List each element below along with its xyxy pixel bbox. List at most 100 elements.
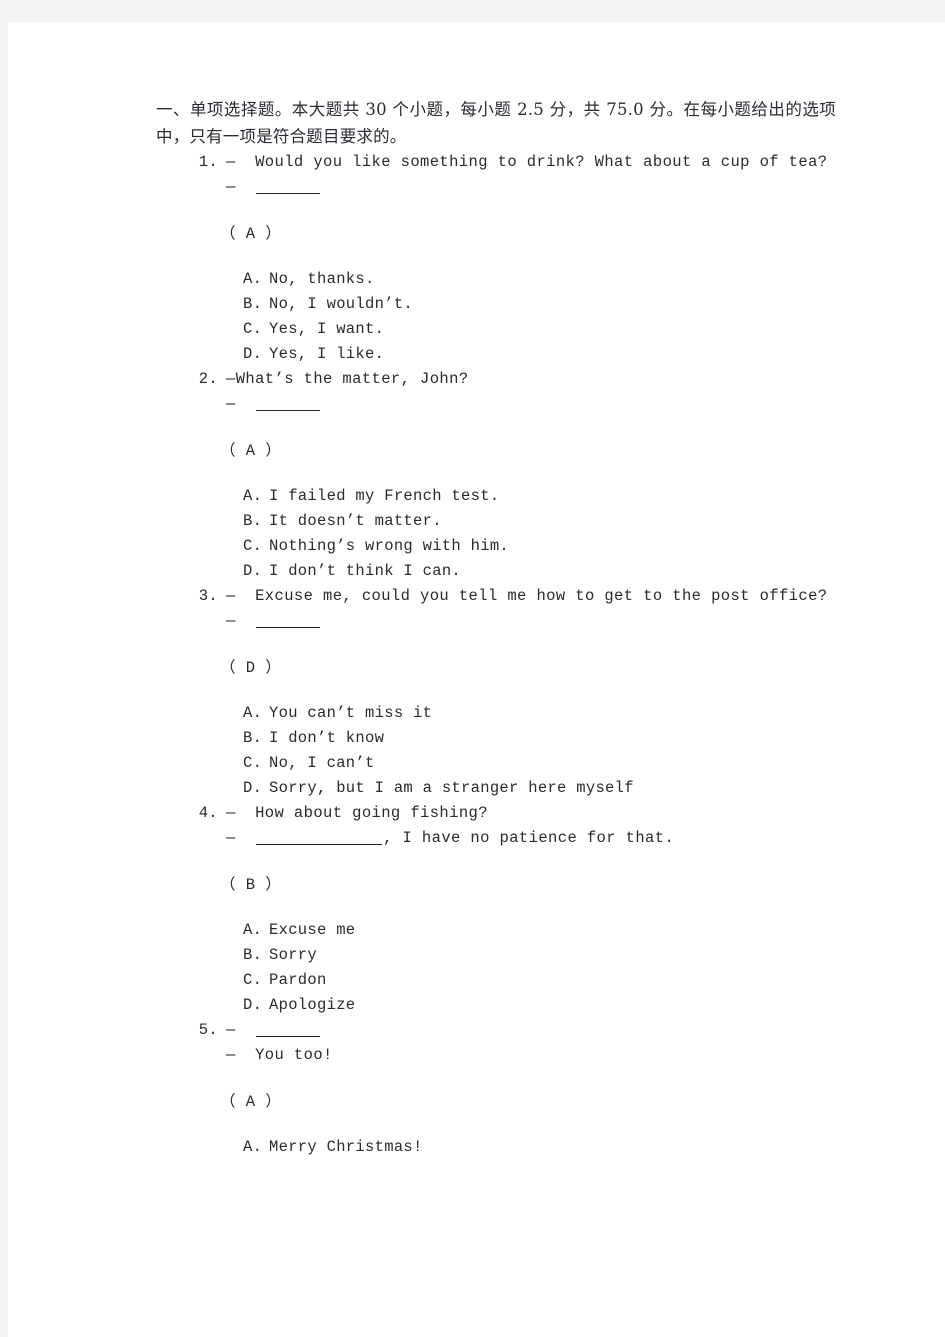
option-list: A. Merry Christmas! bbox=[243, 1135, 848, 1160]
option-item: A. No, thanks. bbox=[243, 267, 848, 292]
answer-blank bbox=[256, 1036, 321, 1037]
option-item: C. No, I can’t bbox=[243, 751, 848, 776]
question-number: 2. bbox=[198, 370, 218, 388]
question-prompt-line: 5. — bbox=[148, 1018, 848, 1043]
question: 5. — 5.— You too! （ A ） A. Merry Christmas! bbox=[148, 1018, 848, 1160]
option-item: C. Yes, I want. bbox=[243, 317, 848, 342]
answer-blank bbox=[256, 193, 321, 194]
question-prompt-text: — bbox=[226, 1018, 321, 1043]
question-reply-line: 2.— bbox=[148, 392, 848, 417]
option-text: I don’t think I can. bbox=[269, 562, 462, 580]
option-item: C. Pardon bbox=[243, 968, 848, 993]
option-item: B. No, I wouldn’t. bbox=[243, 292, 848, 317]
question-prompt-line: 3. — Excuse me, could you tell me how to … bbox=[148, 584, 848, 609]
question: 4. — How about going fishing? 4.— , I have… bbox=[148, 801, 848, 1018]
option-item: B. I don’t know bbox=[243, 726, 848, 751]
option-item: D. Sorry, but I am a stranger here myself bbox=[243, 776, 848, 801]
option-text: No, thanks. bbox=[269, 270, 375, 288]
document-page: 一、单项选择题。本大题共 30 个小题，每小题 2.5 分，共 75.0 分。在… bbox=[8, 22, 945, 1337]
question-prompt-line: 1. — Would you like something to drink? W… bbox=[148, 150, 848, 175]
option-text: No, I can’t bbox=[269, 754, 375, 772]
option-letter: C. bbox=[243, 537, 263, 555]
option-item: A. I failed my French test. bbox=[243, 484, 848, 509]
question-number: 1. bbox=[198, 153, 218, 171]
question-reply-text: — bbox=[226, 392, 321, 417]
answer-key: （ D ） bbox=[220, 659, 282, 677]
option-letter: D. bbox=[243, 996, 263, 1014]
answer-blank bbox=[256, 844, 383, 845]
question: 3. — Excuse me, could you tell me how to … bbox=[148, 584, 848, 801]
dialogue-dash: — You too! bbox=[226, 1046, 333, 1064]
question-reply-text: — , I have no patience for that. bbox=[226, 826, 674, 851]
option-text: Excuse me bbox=[269, 921, 356, 939]
question-prompt-text: —What’s the matter, John? bbox=[226, 370, 469, 388]
answer-key: （ B ） bbox=[220, 876, 282, 894]
section-heading: 一、单项选择题。本大题共 30 个小题，每小题 2.5 分，共 75.0 分。在… bbox=[156, 100, 836, 146]
document-content: 一、单项选择题。本大题共 30 个小题，每小题 2.5 分，共 75.0 分。在… bbox=[148, 96, 848, 1160]
option-text: Yes, I want. bbox=[269, 320, 385, 338]
option-letter: B. bbox=[243, 512, 263, 530]
option-item: D. Apologize bbox=[243, 993, 848, 1018]
dialogue-dash: — bbox=[226, 829, 256, 847]
dialogue-dash: — bbox=[226, 178, 256, 196]
option-letter: B. bbox=[243, 946, 263, 964]
question-number: 3. bbox=[198, 587, 218, 605]
option-letter: C. bbox=[243, 971, 263, 989]
option-text: Apologize bbox=[269, 996, 356, 1014]
option-item: C. Nothing’s wrong with him. bbox=[243, 534, 848, 559]
option-list: A. Excuse me B. Sorry C. Pardon D. Apologize bbox=[243, 918, 848, 1018]
question-reply-line: 3.— bbox=[148, 609, 848, 634]
question: 1. — Would you like something to drink? W… bbox=[148, 150, 848, 367]
option-letter: B. bbox=[243, 295, 263, 313]
answer-key: （ A ） bbox=[220, 442, 282, 460]
question-prompt-text: — How about going fishing? bbox=[226, 804, 488, 822]
option-letter: D. bbox=[243, 779, 263, 797]
option-text: Sorry bbox=[269, 946, 318, 964]
dialogue-dash: — bbox=[226, 395, 256, 413]
reply-suffix-text: , I have no patience for that. bbox=[383, 829, 675, 847]
option-letter: A. bbox=[243, 270, 263, 288]
option-text: Sorry, but I am a stranger here myself bbox=[269, 779, 634, 797]
answer-key: （ A ） bbox=[220, 1093, 282, 1111]
option-text: It doesn’t matter. bbox=[269, 512, 442, 530]
question: 2. —What’s the matter, John? 2.— （ A ） A. I … bbox=[148, 367, 848, 584]
dialogue-dash: — bbox=[226, 612, 256, 630]
question-prompt-text: — Would you like something to drink? Wha… bbox=[226, 153, 828, 171]
dialogue-dash: — bbox=[226, 1021, 256, 1039]
question-reply-text: — bbox=[226, 609, 321, 634]
question-number: 4. bbox=[198, 804, 218, 822]
question-number: 5. bbox=[198, 1021, 218, 1039]
question-prompt-text: — Excuse me, could you tell me how to ge… bbox=[226, 587, 828, 605]
option-text: Yes, I like. bbox=[269, 345, 385, 363]
question-reply-line: 1.— bbox=[148, 175, 848, 200]
answer-key: （ A ） bbox=[220, 225, 282, 243]
question-reply-line: 5.— You too! bbox=[148, 1043, 848, 1068]
option-text: You can’t miss it bbox=[269, 704, 433, 722]
option-text: I don’t know bbox=[269, 729, 385, 747]
option-item: D. I don’t think I can. bbox=[243, 559, 848, 584]
question-reply-line: 4.— , I have no patience for that. bbox=[148, 826, 848, 851]
option-item: D. Yes, I like. bbox=[243, 342, 848, 367]
option-letter: C. bbox=[243, 754, 263, 772]
option-item: B. It doesn’t matter. bbox=[243, 509, 848, 534]
question-list: 1. — Would you like something to drink? W… bbox=[148, 150, 848, 1160]
option-text: No, I wouldn’t. bbox=[269, 295, 414, 313]
option-letter: A. bbox=[243, 487, 263, 505]
option-list: A. You can’t miss it B. I don’t know C. No, I… bbox=[243, 701, 848, 801]
question-prompt-line: 2. —What’s the matter, John? bbox=[148, 367, 848, 392]
option-text: Pardon bbox=[269, 971, 327, 989]
option-item: A. You can’t miss it bbox=[243, 701, 848, 726]
option-letter: C. bbox=[243, 320, 263, 338]
question-reply-text: — bbox=[226, 175, 321, 200]
answer-blank bbox=[256, 627, 321, 628]
option-letter: A. bbox=[243, 921, 263, 939]
option-text: Nothing’s wrong with him. bbox=[269, 537, 510, 555]
option-item: A. Merry Christmas! bbox=[243, 1135, 848, 1160]
option-letter: D. bbox=[243, 345, 263, 363]
option-list: A. No, thanks. B. No, I wouldn’t. C. Yes, I w… bbox=[243, 267, 848, 367]
answer-blank bbox=[256, 410, 321, 411]
question-prompt-line: 4. — How about going fishing? bbox=[148, 801, 848, 826]
question-reply-text: — You too! bbox=[226, 1043, 333, 1068]
option-letter: A. bbox=[243, 704, 263, 722]
option-item: B. Sorry bbox=[243, 943, 848, 968]
